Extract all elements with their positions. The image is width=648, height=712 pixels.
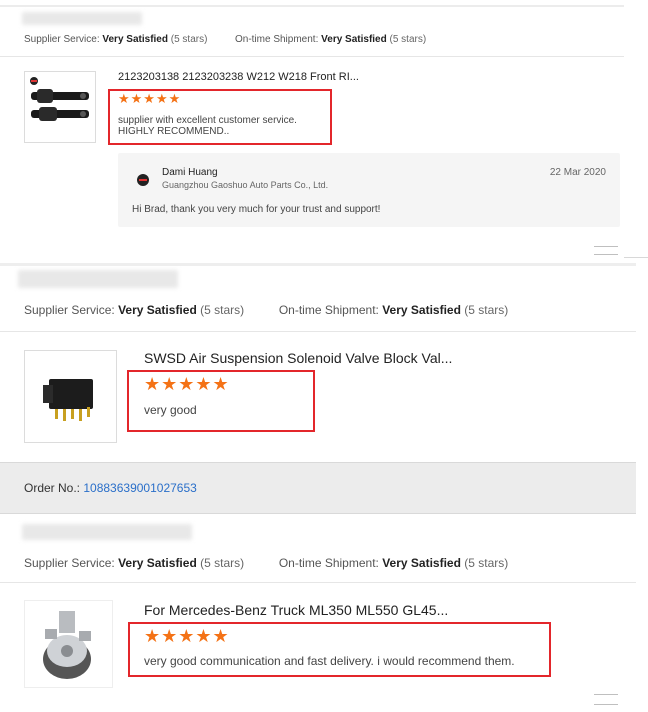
rating-summary: Supplier Service: Very Satisfied (5 star…: [24, 556, 508, 570]
supplier-logo-icon: [137, 174, 149, 186]
supplier-service-value: Very Satisfied: [118, 556, 197, 570]
shipment-label: On-time Shipment:: [234, 34, 319, 45]
shipment-stars: (5 stars): [464, 556, 509, 570]
supplier-service-label: Supplier Service:: [24, 303, 115, 317]
shipment-label: On-time Shipment:: [278, 303, 379, 317]
shipment-value: Very Satisfied: [382, 556, 461, 570]
reviewer-name-blurred: [18, 270, 178, 288]
highlight-box: [108, 89, 332, 145]
shipment-stars: (5 stars): [389, 34, 427, 45]
reply-company-name: Guangzhou Gaoshuo Auto Parts Co., Ltd.: [162, 180, 329, 190]
supplier-service-stars: (5 stars): [170, 34, 208, 45]
shipment-label: On-time Shipment:: [278, 556, 379, 570]
review-card-1: Supplier Service: Very Satisfied (5 star…: [0, 0, 624, 244]
reply-date: 22 Mar 2020: [549, 167, 606, 178]
supplier-reply: Dami Huang Guangzhou Gaoshuo Auto Parts …: [118, 153, 620, 227]
shipment-value: Very Satisfied: [382, 303, 461, 317]
card-top-border: [0, 263, 636, 266]
shipment-stars: (5 stars): [464, 303, 509, 317]
product-thumbnail[interactable]: [24, 600, 113, 688]
reply-text: Hi Brad, thank you very much for your tr…: [132, 204, 381, 215]
card-top-border: [0, 5, 624, 7]
pump-icon: [43, 611, 91, 679]
product-title-link[interactable]: For Mercedes-Benz Truck ML350 ML550 GL45…: [144, 602, 448, 618]
reviewer-name-blurred: [22, 524, 192, 540]
valve-block-icon: [43, 379, 93, 421]
highlight-box: [128, 622, 551, 677]
supplier-service-stars: (5 stars): [200, 556, 245, 570]
product-title-link[interactable]: 2123203138 2123203238 W212 W218 Front RI…: [118, 71, 359, 83]
supplier-service-label: Supplier Service:: [24, 556, 115, 570]
product-thumbnail[interactable]: [24, 350, 117, 443]
reviewer-name-blurred: [22, 12, 142, 25]
reply-author-name: Dami Huang: [162, 167, 218, 178]
supplier-service-label: Supplier Service:: [24, 34, 100, 45]
order-number-row: Order No.: 10883639001027653: [24, 481, 197, 495]
order-bar: Order No.: 10883639001027653: [0, 462, 636, 514]
review-card-2: Supplier Service: Very Satisfied (5 star…: [0, 258, 636, 712]
product-thumbnail[interactable]: [24, 71, 96, 143]
highlight-box: [127, 370, 315, 432]
product-title-link[interactable]: SWSD Air Suspension Solenoid Valve Block…: [144, 350, 452, 366]
collapse-lines-icon[interactable]: [594, 692, 618, 706]
shipment-value: Very Satisfied: [321, 34, 387, 45]
supplier-service-value: Very Satisfied: [102, 34, 168, 45]
divider: [0, 56, 624, 57]
order-number-link[interactable]: 10883639001027653: [83, 481, 196, 495]
divider: [0, 582, 636, 583]
collapse-lines-icon[interactable]: [594, 244, 618, 258]
rating-summary: Supplier Service: Very Satisfied (5 star…: [24, 303, 508, 317]
supplier-service-stars: (5 stars): [200, 303, 245, 317]
rating-summary: Supplier Service: Very Satisfied (5 star…: [24, 34, 426, 45]
divider: [0, 331, 636, 332]
air-spring-icon: [30, 77, 89, 121]
order-label: Order No.:: [24, 481, 81, 495]
supplier-service-value: Very Satisfied: [118, 303, 197, 317]
